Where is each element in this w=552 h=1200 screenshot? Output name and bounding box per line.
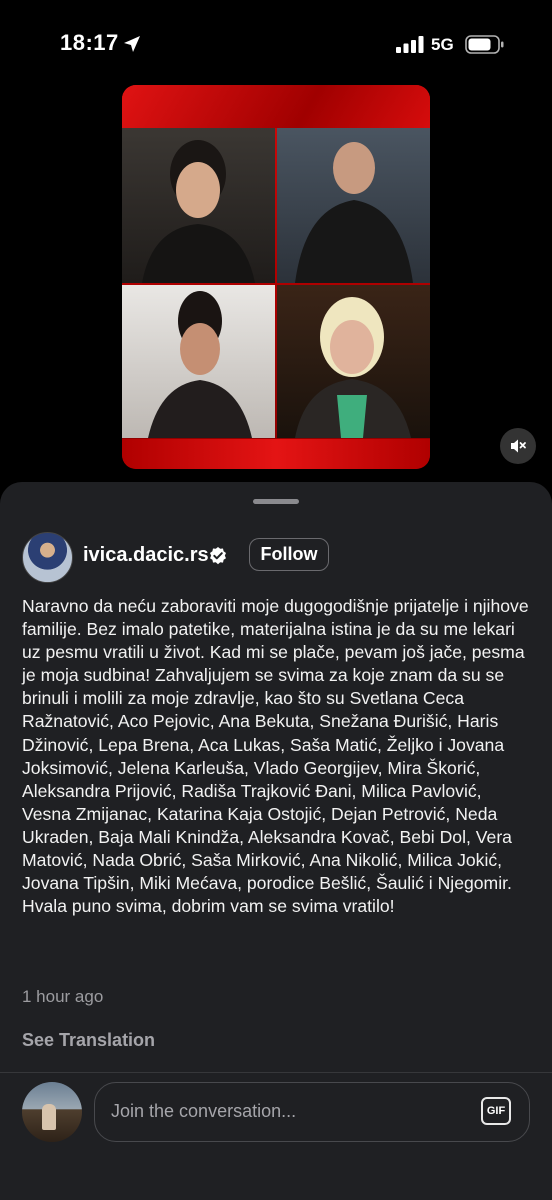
collage-photo-3 (122, 285, 275, 438)
post-media[interactable] (122, 85, 430, 469)
location-arrow-icon (124, 36, 140, 52)
battery-icon (465, 35, 504, 54)
speaker-muted-icon (511, 439, 526, 453)
post-timestamp: 1 hour ago (22, 987, 104, 1006)
divider (0, 1072, 552, 1073)
gif-label: GIF (486, 1105, 506, 1117)
mute-toggle-button[interactable] (500, 428, 536, 464)
drag-handle[interactable] (253, 499, 299, 504)
media-bottom-band (122, 439, 430, 469)
collage-photo-2 (277, 128, 430, 283)
gif-button[interactable]: GIF (481, 1097, 511, 1125)
author-username[interactable]: ivica.dacic.rs (83, 544, 209, 567)
status-bar: 18:17 5G (0, 0, 552, 90)
post-caption: Naravno da neću zaboraviti moje dugogodi… (22, 596, 529, 917)
clock-time: 18:17 (60, 30, 119, 55)
collage-photo-4 (277, 285, 430, 438)
comment-box[interactable]: GIF (94, 1082, 530, 1142)
author-avatar[interactable] (22, 532, 73, 583)
collage-photo-1 (122, 128, 275, 283)
post-details-sheet: ivica.dacic.rs Follow Naravno da neću za… (0, 482, 552, 1200)
media-top-band (122, 85, 430, 128)
follow-button[interactable]: Follow (249, 538, 329, 571)
network-type: 5G (431, 35, 454, 54)
see-translation-link[interactable]: See Translation (22, 1030, 155, 1051)
current-user-avatar (22, 1082, 82, 1142)
photo-collage (122, 128, 430, 469)
signal-icon (396, 36, 424, 53)
verified-badge-icon (210, 547, 226, 565)
comment-input[interactable] (111, 1101, 461, 1122)
